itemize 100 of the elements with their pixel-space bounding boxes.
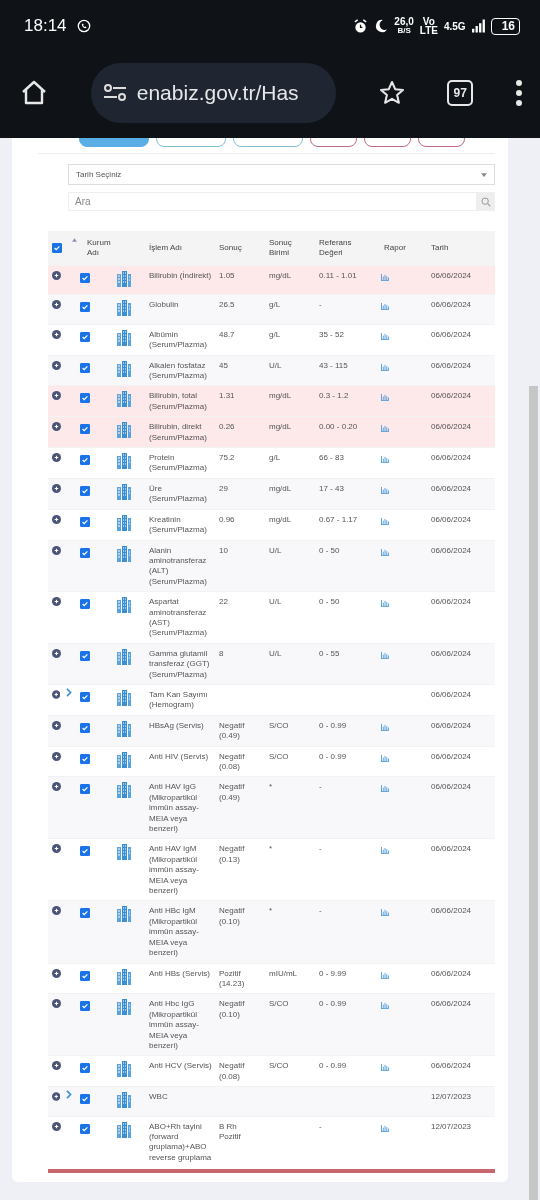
expand-icon[interactable]	[52, 300, 61, 310]
expand-icon[interactable]	[52, 968, 61, 978]
reference-range: 0.3 - 1.2	[319, 391, 349, 401]
bar-chart-icon[interactable]	[381, 600, 389, 608]
chevron-icon[interactable]	[66, 687, 72, 697]
expand-icon[interactable]	[52, 689, 61, 699]
expand-icon[interactable]	[52, 514, 61, 524]
row-checkbox[interactable]	[79, 516, 90, 527]
menu-icon[interactable]	[516, 80, 522, 106]
test-name: Globulin	[149, 300, 180, 312]
bar-chart-icon[interactable]	[381, 303, 389, 311]
result-value: 48.7	[219, 329, 235, 339]
row-checkbox[interactable]	[79, 846, 90, 857]
expand-icon[interactable]	[52, 1092, 61, 1102]
row-checkbox[interactable]	[79, 1063, 90, 1074]
expand-icon[interactable]	[52, 453, 61, 463]
row-checkbox[interactable]	[79, 362, 90, 373]
row-checkbox[interactable]	[79, 1001, 90, 1012]
caret-icon	[481, 172, 487, 177]
address-bar[interactable]: enabiz.gov.tr/Has	[90, 63, 336, 123]
building-icon	[117, 514, 131, 531]
result-value: 29	[219, 483, 228, 493]
result-unit: mIU/mL	[269, 968, 297, 978]
test-name: Alanin aminotransferaz (ALT) (Serum/Plazma)	[149, 545, 208, 588]
chevron-icon[interactable]	[66, 1090, 72, 1100]
row-checkbox[interactable]	[79, 273, 90, 283]
site-settings-icon[interactable]	[102, 83, 127, 103]
result-unit: S/CO	[269, 720, 289, 730]
expand-icon[interactable]	[52, 906, 61, 916]
expand-icon[interactable]	[52, 1061, 61, 1071]
row-checkbox[interactable]	[79, 424, 90, 435]
home-icon[interactable]	[20, 79, 48, 107]
expand-icon[interactable]	[52, 751, 61, 761]
test-date: 06/06/2024	[431, 906, 473, 918]
star-icon[interactable]	[378, 80, 405, 106]
expand-icon[interactable]	[52, 360, 61, 370]
row-checkbox[interactable]	[79, 547, 90, 558]
row-checkbox[interactable]	[79, 908, 90, 919]
row-checkbox[interactable]	[79, 784, 90, 795]
bar-chart-icon[interactable]	[381, 1002, 389, 1010]
expand-icon[interactable]	[52, 271, 61, 280]
building-icon	[117, 271, 131, 287]
scrollbar[interactable]	[529, 386, 538, 1200]
result-value: Negatif (0.08)	[219, 1061, 245, 1081]
row-checkbox[interactable]	[79, 753, 90, 764]
row-checkbox[interactable]	[79, 455, 90, 466]
reference-range: 0 - 55	[319, 648, 340, 658]
bar-chart-icon[interactable]	[381, 332, 389, 340]
bar-chart-icon[interactable]	[381, 486, 389, 494]
expand-icon[interactable]	[52, 329, 61, 339]
bar-chart-icon[interactable]	[381, 456, 389, 464]
expand-icon[interactable]	[52, 391, 61, 401]
row-checkbox[interactable]	[79, 691, 90, 702]
chat-icon	[76, 19, 91, 33]
bar-chart-icon[interactable]	[381, 723, 389, 731]
row-checkbox[interactable]	[79, 1094, 90, 1105]
sort-icon[interactable]	[72, 238, 77, 242]
bar-chart-icon[interactable]	[381, 517, 389, 525]
expand-icon[interactable]	[52, 782, 61, 792]
search-icon	[480, 196, 491, 207]
expand-icon[interactable]	[52, 999, 61, 1009]
bar-chart-icon[interactable]	[381, 394, 389, 402]
test-name: Anti HIV (Servis)	[149, 751, 210, 763]
row-checkbox[interactable]	[79, 722, 90, 733]
expand-icon[interactable]	[52, 648, 61, 658]
search-field[interactable]: Ara	[68, 192, 476, 211]
expand-icon[interactable]	[52, 483, 61, 493]
row-checkbox[interactable]	[79, 331, 90, 342]
building-icon	[117, 300, 131, 317]
result-unit: mg/dL	[269, 514, 292, 524]
row-checkbox[interactable]	[79, 485, 90, 496]
bar-chart-icon[interactable]	[381, 971, 389, 979]
bar-chart-icon[interactable]	[381, 425, 389, 433]
test-date: 06/06/2024	[431, 453, 473, 465]
expand-icon[interactable]	[52, 545, 61, 555]
bar-chart-icon[interactable]	[381, 754, 389, 762]
bar-chart-icon[interactable]	[381, 651, 389, 659]
row-checkbox[interactable]	[79, 302, 90, 313]
date-select[interactable]: Tarih Seçiniz	[68, 164, 495, 185]
row-checkbox[interactable]	[79, 650, 90, 661]
expand-icon[interactable]	[52, 844, 61, 854]
row-checkbox[interactable]	[79, 970, 90, 981]
bar-chart-icon[interactable]	[381, 274, 389, 281]
bar-chart-icon[interactable]	[381, 785, 389, 793]
expand-icon[interactable]	[52, 1121, 61, 1131]
bar-chart-icon[interactable]	[381, 548, 389, 556]
row-checkbox[interactable]	[79, 599, 90, 610]
column-header: Kurum Adı	[86, 237, 112, 259]
bar-chart-icon[interactable]	[381, 1124, 389, 1132]
bar-chart-icon[interactable]	[381, 847, 389, 855]
bar-chart-icon[interactable]	[381, 1064, 389, 1072]
expand-icon[interactable]	[52, 422, 61, 432]
tab-count-button[interactable]: 97	[447, 80, 474, 106]
expand-icon[interactable]	[52, 720, 61, 730]
row-checkbox[interactable]	[79, 1123, 90, 1134]
select-all-checkbox[interactable]	[52, 243, 62, 253]
row-checkbox[interactable]	[79, 393, 90, 404]
expand-icon[interactable]	[52, 597, 61, 607]
bar-chart-icon[interactable]	[381, 363, 389, 371]
bar-chart-icon[interactable]	[381, 909, 389, 917]
